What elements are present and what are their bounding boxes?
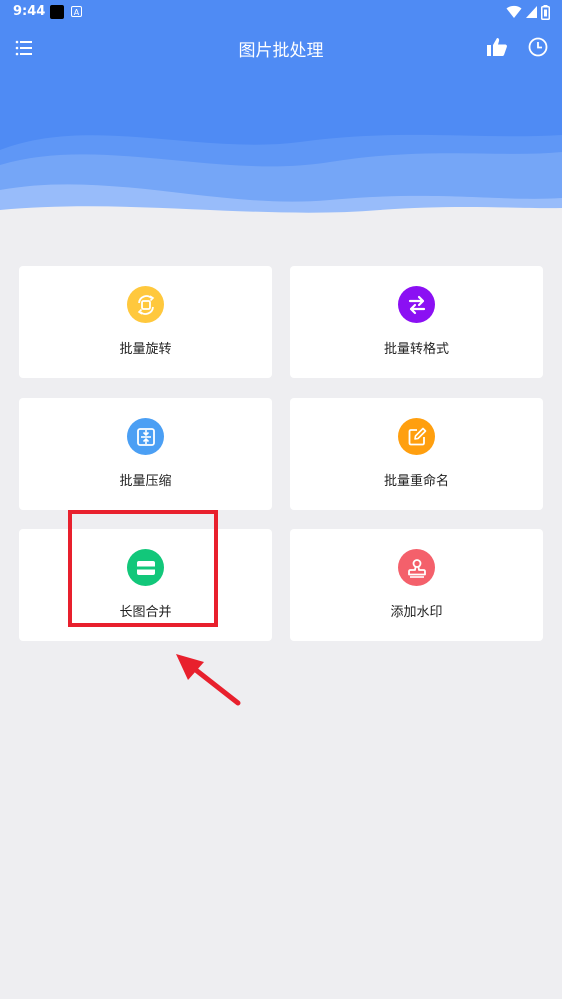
wave-decoration (0, 134, 562, 222)
tool-card-batch-compress[interactable]: 批量压缩 (19, 398, 272, 510)
header: 9:44 A 图片批处理 (0, 0, 562, 222)
status-icons (506, 3, 550, 21)
tool-card-add-watermark[interactable]: 添加水印 (290, 529, 543, 641)
tool-label: 添加水印 (390, 605, 443, 620)
wifi-icon (506, 5, 522, 18)
highlight-box (68, 510, 218, 627)
signal-icon (526, 6, 537, 18)
tool-label: 批量重命名 (383, 474, 449, 489)
pointer-arrow (176, 654, 241, 706)
tool-card-batch-convert[interactable]: 批量转格式 (290, 266, 543, 378)
battery-icon (541, 4, 550, 20)
thumbs-up-icon[interactable] (485, 35, 509, 59)
swap-arrows-icon (398, 286, 435, 323)
notification-icon (50, 5, 64, 19)
tool-label: 批量转格式 (383, 342, 449, 357)
tool-card-batch-rotate[interactable]: 批量旋转 (19, 266, 272, 378)
rotate-icon (127, 286, 164, 323)
tool-label: 批量压缩 (119, 474, 172, 489)
tool-label: 批量旋转 (119, 342, 172, 357)
page-title: 图片批处理 (238, 41, 324, 61)
compress-icon (127, 418, 164, 455)
status-bar: 9:44 A (0, 0, 562, 24)
a-notification-icon: A (71, 6, 82, 17)
tool-card-batch-rename[interactable]: 批量重命名 (290, 398, 543, 510)
edit-icon (398, 418, 435, 455)
title-bar: 图片批处理 (0, 24, 562, 70)
clock-icon[interactable] (527, 36, 549, 58)
status-time: 9:44 (13, 4, 46, 19)
stamp-icon (398, 549, 435, 586)
